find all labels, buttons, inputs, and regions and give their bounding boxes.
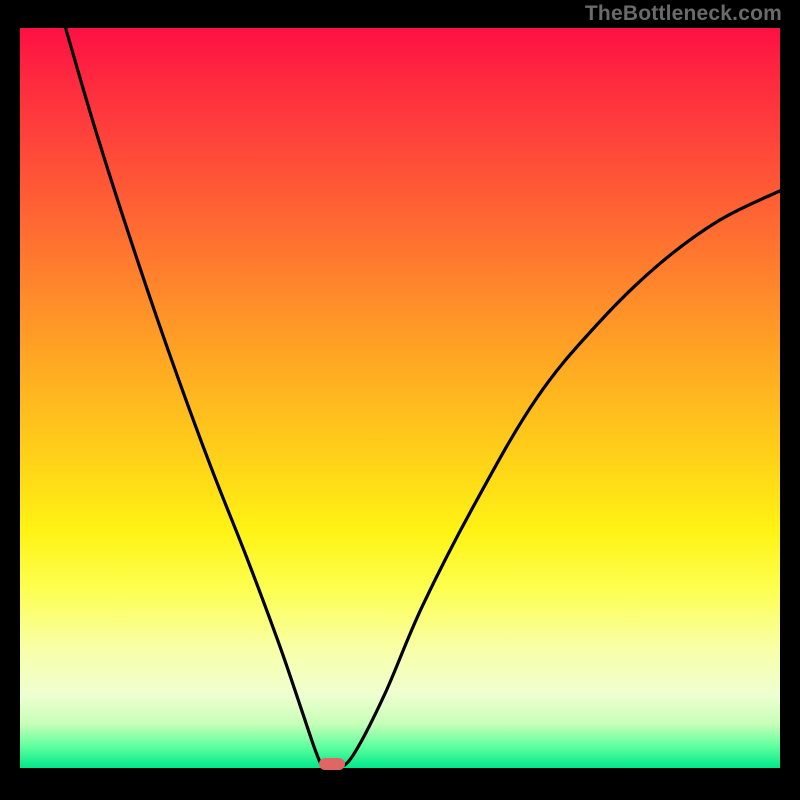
bottleneck-curve: [20, 28, 780, 768]
bottleneck-curve-path: [66, 28, 780, 768]
optimal-marker: [319, 758, 345, 770]
chart-frame: TheBottleneck.com: [0, 0, 800, 800]
watermark-label: TheBottleneck.com: [585, 2, 782, 26]
plot-area: [20, 28, 780, 768]
